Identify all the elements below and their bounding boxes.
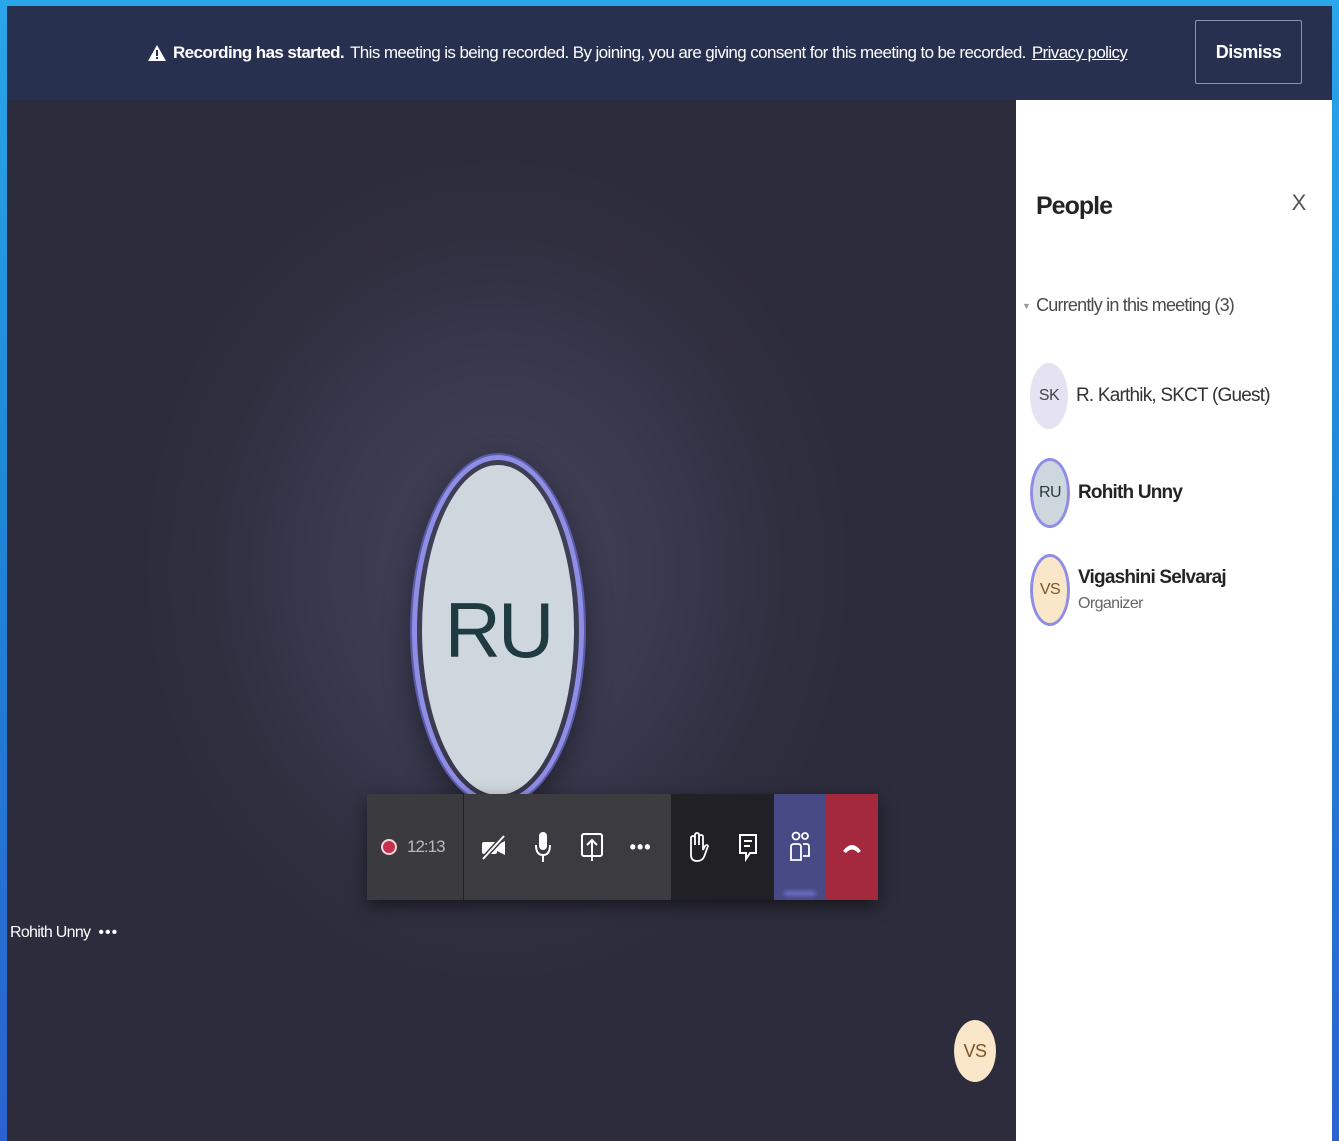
self-video-label: Rohith Unny ••• — [10, 924, 118, 942]
people-toggle-button[interactable] — [774, 794, 826, 900]
teams-meeting-window: Recording has started. This meeting is b… — [7, 6, 1332, 1141]
participant-info: Rohith Unny — [1078, 482, 1183, 504]
participant-avatar: SK — [1030, 363, 1068, 429]
participant-item[interactable]: SK R. Karthik, SKCT (Guest) — [1030, 363, 1271, 429]
media-controls: ••• — [464, 794, 671, 900]
self-more-icon[interactable]: ••• — [98, 924, 118, 942]
hang-up-icon — [843, 845, 861, 853]
share-screen-button[interactable] — [577, 827, 607, 867]
recording-banner: Recording has started. This meeting is b… — [7, 6, 1332, 100]
recording-indicator-icon — [381, 839, 397, 855]
expand-caret-icon: ▼ — [1022, 300, 1031, 311]
corner-participant-avatar[interactable]: VS — [954, 1020, 996, 1082]
participant-item[interactable]: RU Rohith Unny — [1030, 458, 1183, 528]
participant-info: Vigashini Selvaraj Organizer — [1078, 567, 1227, 613]
recording-banner-text: This meeting is being recorded. By joini… — [350, 43, 1026, 62]
hang-up-button[interactable] — [826, 794, 878, 900]
more-actions-button[interactable]: ••• — [626, 827, 656, 867]
recording-timer: 12:13 — [407, 837, 446, 856]
camera-off-icon — [481, 834, 507, 861]
recording-banner-title: Recording has started. — [173, 43, 345, 62]
main-participant-initials: RU — [422, 465, 574, 795]
interaction-controls — [671, 794, 774, 900]
chat-button[interactable] — [733, 827, 763, 867]
participant-avatar: VS — [1030, 554, 1070, 626]
raise-hand-button[interactable] — [682, 827, 712, 867]
video-stage: RU 12:13 ••• Rohith Unny ••• VS — [7, 100, 1016, 1141]
raise-hand-icon — [689, 832, 709, 862]
participant-info: R. Karthik, SKCT (Guest) — [1076, 385, 1271, 407]
main-participant-avatar: RU — [412, 455, 584, 805]
close-panel-button[interactable]: X — [1287, 188, 1311, 218]
people-panel: People X ▼ Currently in this meeting (3)… — [1016, 100, 1332, 1141]
dismiss-button[interactable]: Dismiss — [1195, 20, 1302, 84]
participant-avatar: RU — [1030, 458, 1070, 528]
section-label: Currently in this meeting (3) — [1036, 295, 1235, 315]
recording-banner-message: Recording has started. This meeting is b… — [147, 40, 1128, 66]
warning-icon — [147, 43, 167, 63]
share-screen-icon — [580, 833, 603, 861]
participant-role: Organizer — [1078, 595, 1143, 612]
more-icon: ••• — [629, 836, 652, 857]
participant-item[interactable]: VS Vigashini Selvaraj Organizer — [1030, 554, 1227, 626]
participant-name: Rohith Unny — [1078, 482, 1183, 503]
people-panel-title: People — [1036, 192, 1113, 220]
participant-name: R. Karthik, SKCT (Guest) — [1076, 385, 1271, 406]
microphone-button[interactable] — [528, 827, 558, 867]
call-control-bar: 12:13 ••• — [367, 794, 878, 900]
participant-name: Vigashini Selvaraj — [1078, 567, 1227, 588]
privacy-policy-link[interactable]: Privacy policy — [1032, 43, 1128, 63]
chat-icon — [739, 834, 758, 863]
camera-toggle-button[interactable] — [479, 827, 509, 867]
currently-in-meeting-section[interactable]: ▼ Currently in this meeting (3) — [1022, 295, 1235, 316]
self-name: Rohith Unny — [10, 924, 91, 941]
recording-status: 12:13 — [367, 794, 464, 900]
microphone-icon — [535, 832, 552, 862]
people-icon — [790, 831, 810, 861]
